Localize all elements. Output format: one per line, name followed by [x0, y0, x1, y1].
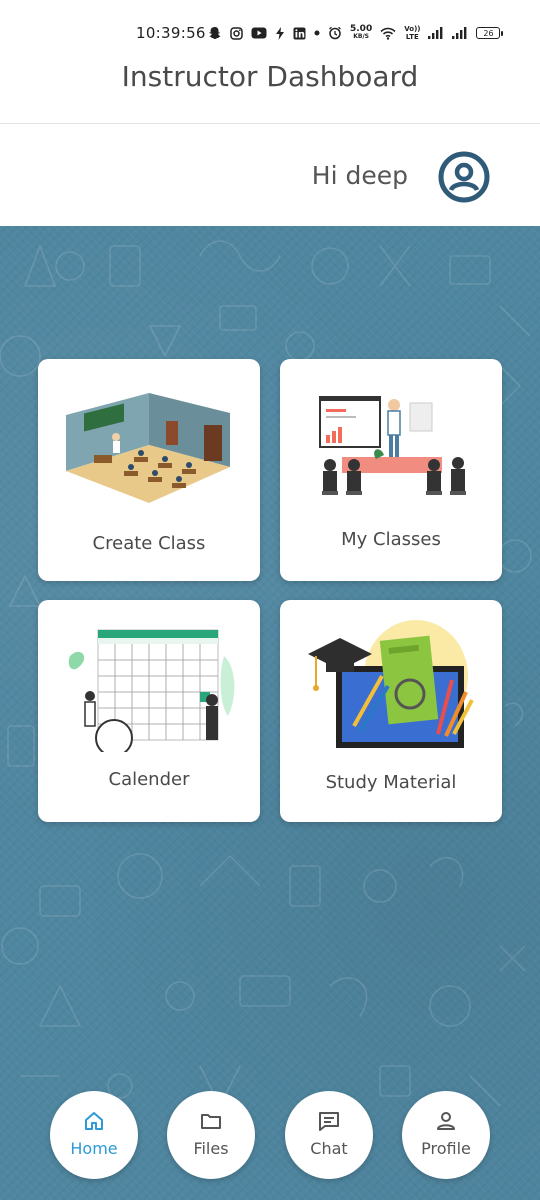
net-speed: 5.00 KB/S — [350, 24, 372, 42]
card-label: Calender — [108, 769, 190, 790]
page-title: Instructor Dashboard — [121, 60, 419, 93]
signal-icon — [428, 24, 444, 42]
study-material-illustration — [308, 620, 474, 748]
nav-chat-button[interactable]: Chat — [285, 1091, 373, 1179]
nav-profile-button[interactable]: Profile — [402, 1091, 490, 1179]
home-icon — [85, 1112, 103, 1130]
calendar-card[interactable]: Calender — [38, 600, 260, 822]
youtube-icon — [251, 24, 267, 42]
nav-label: Files — [193, 1139, 229, 1158]
nav-files-button[interactable]: Files — [167, 1091, 255, 1179]
card-label: Create Class — [92, 533, 206, 554]
linkedin-icon — [293, 24, 306, 42]
volte-badge: Vo)) LTE — [404, 24, 420, 42]
flash-icon — [275, 24, 285, 42]
wifi-icon — [380, 24, 396, 42]
alarm-icon — [328, 24, 342, 42]
classroom-illustration — [66, 393, 230, 503]
snapchat-icon — [208, 24, 222, 42]
signal-icon — [452, 24, 468, 42]
study-material-card[interactable]: Study Material — [280, 600, 502, 822]
battery-icon: 26 — [476, 27, 504, 39]
card-label: My Classes — [341, 529, 441, 550]
status-icons: 5.00 KB/S Vo)) LTE 26 — [208, 24, 504, 42]
status-bar: 10:39:56 5.00 KB/S Vo)) LTE 26 — [0, 0, 540, 52]
my-classes-card[interactable]: My Classes — [280, 359, 502, 581]
card-label: Study Material — [325, 772, 457, 793]
user-circle-icon[interactable] — [438, 151, 490, 203]
instagram-icon — [230, 24, 243, 42]
volte-label: Vo)) — [404, 25, 421, 33]
presentation-illustration — [319, 396, 466, 495]
net-speed-unit: KB/S — [353, 33, 369, 40]
profile-icon — [437, 1112, 455, 1130]
calendar-illustration — [68, 629, 235, 752]
nav-label: Chat — [310, 1139, 348, 1158]
battery-level: 26 — [483, 28, 494, 38]
net-speed-value: 5.00 — [350, 24, 373, 34]
chat-icon — [319, 1112, 339, 1131]
greeting-text: Hi deep — [311, 161, 408, 190]
status-time: 10:39:56 — [136, 24, 206, 42]
nav-label: Profile — [421, 1139, 471, 1158]
create-class-card[interactable]: Create Class — [38, 359, 260, 581]
folder-icon — [201, 1114, 221, 1129]
nav-label: Home — [70, 1139, 118, 1158]
dot-icon — [314, 24, 320, 42]
app-header: Instructor Dashboard — [0, 52, 540, 124]
nav-home-button[interactable]: Home — [50, 1091, 138, 1179]
lte-label: LTE — [405, 33, 419, 41]
